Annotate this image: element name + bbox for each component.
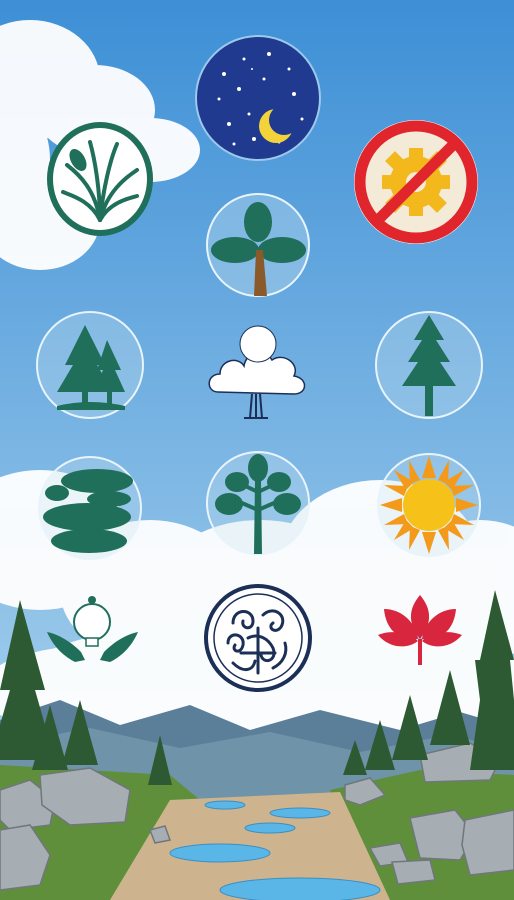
scene [0, 0, 514, 900]
cloud-tree-icon[interactable] [204, 322, 310, 422]
tree-badge-icon[interactable] [205, 192, 311, 298]
stone-stack-icon[interactable] [37, 455, 143, 561]
hands-light-icon[interactable] [45, 592, 140, 664]
sapling-icon[interactable] [205, 450, 311, 556]
plant-leaves-icon[interactable] [45, 120, 155, 238]
red-leaf-icon[interactable] [378, 595, 462, 665]
night-moon-icon[interactable] [194, 34, 322, 162]
single-pine-icon[interactable] [374, 310, 484, 420]
swirl-emblem-icon[interactable] [203, 583, 313, 693]
sun-icon[interactable] [376, 452, 482, 558]
pine-pair-icon[interactable] [35, 310, 145, 420]
no-gear-icon[interactable] [352, 118, 480, 246]
